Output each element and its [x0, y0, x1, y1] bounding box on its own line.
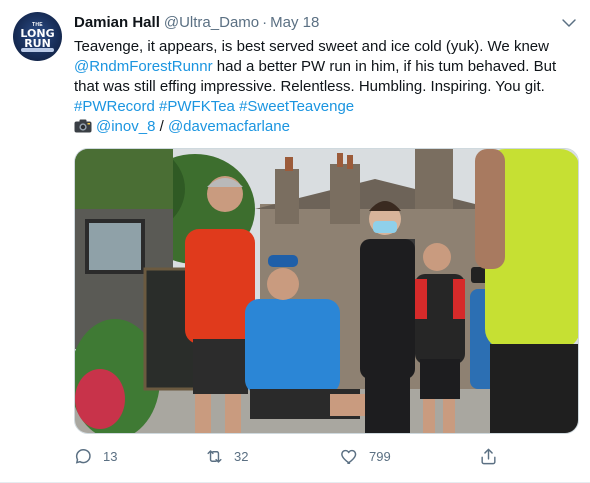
hashtag-link[interactable]: #PWRecord — [74, 98, 155, 115]
avatar-text-main: LONG RUN — [13, 28, 62, 49]
reply-button[interactable]: 13 — [74, 443, 117, 469]
avatar[interactable]: THE LONG RUN — [13, 12, 62, 61]
tweet-photo-illustration — [75, 149, 578, 433]
camera-icon — [74, 119, 92, 133]
share-button[interactable] — [479, 443, 498, 469]
tweet-card[interactable]: THE LONG RUN Damian Hall @Ultra_Damo · M… — [0, 0, 590, 483]
like-button[interactable]: 799 — [340, 443, 391, 469]
header-separator: · — [262, 13, 268, 31]
retweet-button[interactable]: 32 — [205, 443, 248, 469]
tweet-text-line-2: @RndmForestRunnr had a better PW run in … — [74, 57, 579, 77]
credit-link-2[interactable]: @davemacfarlane — [168, 118, 290, 135]
hashtag-line: #PWRecord #PWFKTea #SweetTeavenge — [74, 97, 579, 117]
avatar-stripe — [21, 48, 54, 52]
tweet-text-line-3: that was still effing impressive. Relent… — [74, 78, 545, 95]
retweet-icon — [207, 449, 222, 463]
share-icon — [481, 448, 496, 464]
tweet-header: Damian Hall @Ultra_Damo · May 18 — [74, 12, 319, 32]
reply-count: 13 — [103, 448, 118, 464]
like-count: 799 — [369, 448, 391, 464]
author-name[interactable]: Damian Hall — [74, 14, 160, 31]
author-handle[interactable]: @Ultra_Damo — [164, 14, 259, 31]
tweet-text-line-1: Teavenge, it appears, is best served swe… — [74, 38, 549, 55]
retweet-count: 32 — [234, 448, 249, 464]
tweet-date[interactable]: May 18 — [270, 14, 319, 31]
reply-icon — [75, 448, 91, 464]
action-bar: 13 32 799 — [74, 443, 504, 469]
photo-credit-line: @inov_8 / @davemacfarlane — [74, 117, 579, 137]
chevron-down-icon[interactable] — [560, 14, 578, 32]
hashtag-link[interactable]: #SweetTeavenge — [239, 98, 354, 115]
hashtag-link[interactable]: #PWFKTea — [159, 98, 235, 115]
tweet-photo[interactable] — [74, 148, 579, 434]
mention-link[interactable]: @RndmForestRunnr — [74, 58, 213, 75]
heart-icon — [341, 449, 357, 464]
credit-separator: / — [155, 118, 168, 135]
credit-link-1[interactable]: @inov_8 — [96, 118, 155, 135]
tweet-text-line-2-rest: had a better PW run in him, if his tum b… — [212, 58, 557, 75]
tweet-text: Teavenge, it appears, is best served swe… — [74, 37, 579, 137]
